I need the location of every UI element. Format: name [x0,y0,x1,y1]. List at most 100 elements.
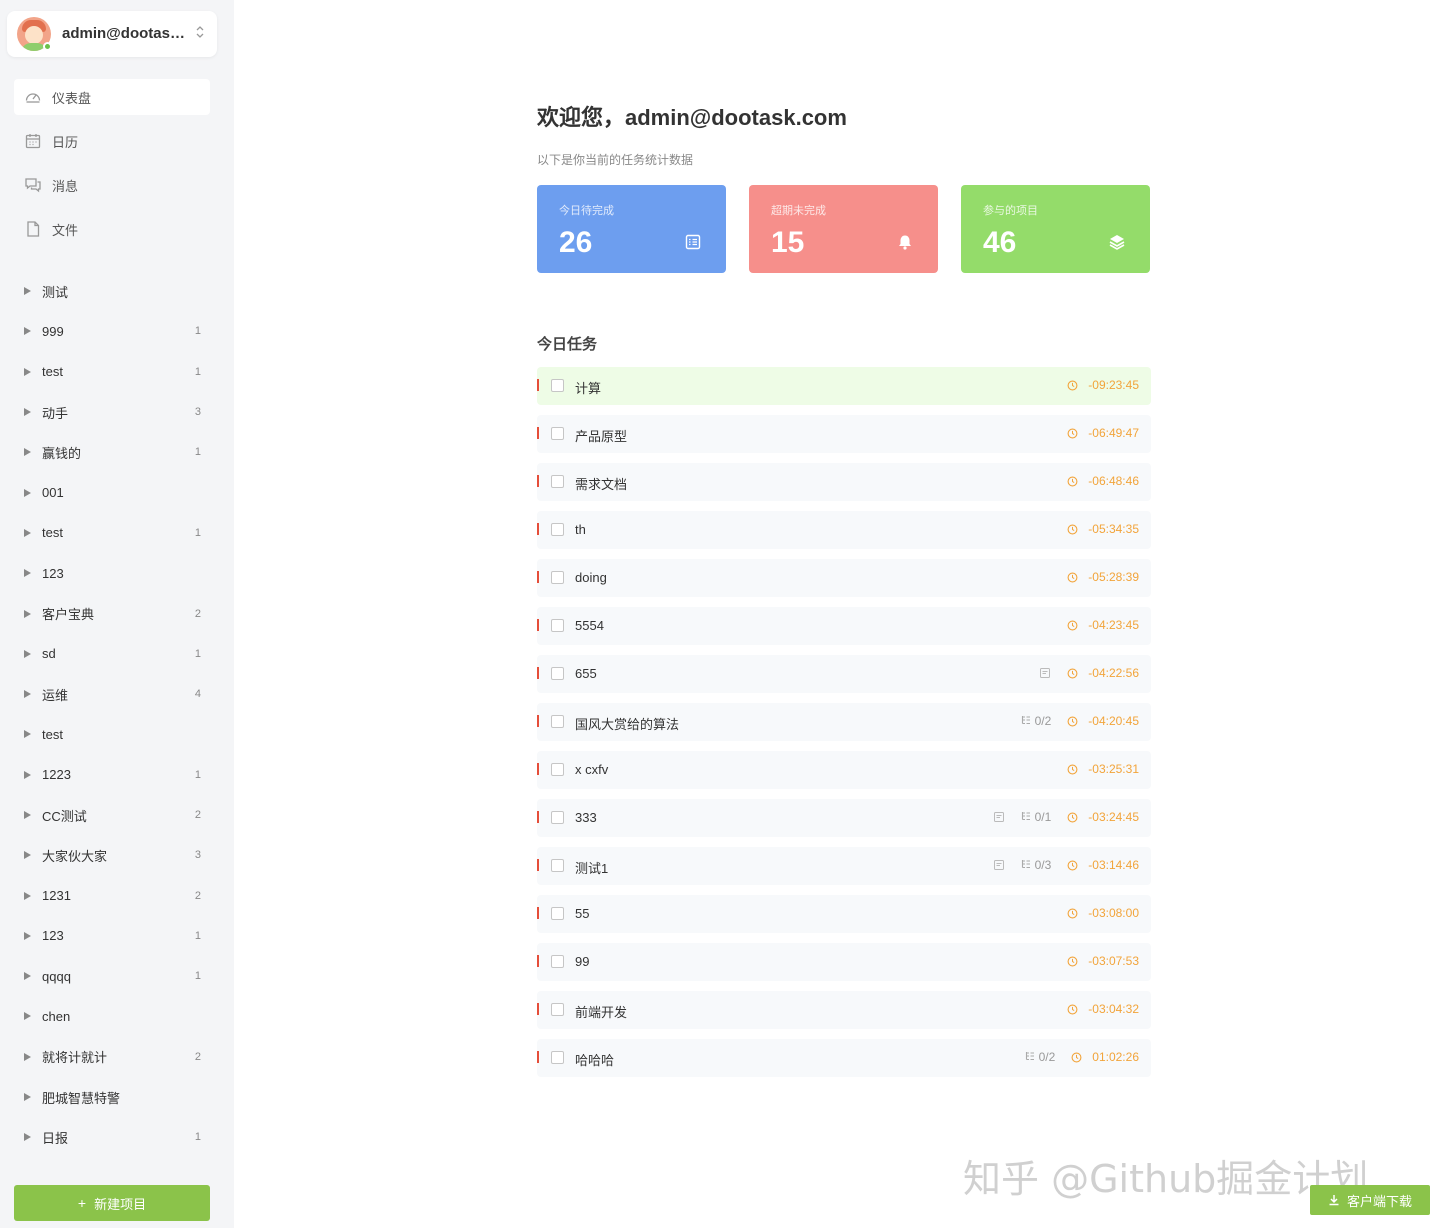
caret-right-icon[interactable] [24,1052,31,1061]
caret-right-icon[interactable] [24,327,31,336]
task-row[interactable]: x cxfv -03:25:31 [537,751,1151,789]
project-item[interactable]: 1231 2 [14,875,210,915]
task-meta: -05:28:39 [1067,570,1139,584]
caret-right-icon[interactable] [24,448,31,457]
calendar-icon [24,132,42,150]
task-name: 前端开发 [575,1005,628,1020]
clock-icon [1067,428,1083,439]
caret-right-icon[interactable] [24,528,31,537]
task-checkbox[interactable] [551,907,564,920]
task-row[interactable]: 333 0/1 -03:24:45 [537,799,1151,837]
menu-item-1[interactable]: 日历 [14,123,210,159]
user-switcher[interactable]: admin@dootask.com [7,11,217,57]
caret-right-icon[interactable] [24,408,31,417]
caret-right-icon[interactable] [24,367,31,376]
task-checkbox[interactable] [551,667,564,680]
stat-card-today[interactable]: 今日待完成 26 [537,185,726,273]
task-checkbox[interactable] [551,715,564,728]
project-item[interactable]: sd 1 [14,634,210,674]
project-item[interactable]: chen [14,996,210,1036]
task-row[interactable]: 前端开发 -03:04:32 [537,991,1151,1029]
subtask-progress: 0/3 [1034,858,1052,872]
task-row[interactable]: 产品原型 -06:49:47 [537,415,1151,453]
caret-right-icon[interactable] [24,287,31,296]
project-item[interactable]: 123 1 [14,916,210,956]
task-row[interactable]: 需求文档 -06:48:46 [537,463,1151,501]
caret-right-icon[interactable] [24,972,31,981]
menu-item-2[interactable]: 消息 [14,167,210,203]
project-item[interactable]: CC测试 2 [14,795,210,835]
caret-right-icon[interactable] [24,690,31,699]
subtask-count: 0/2 [1025,1050,1055,1064]
project-item[interactable]: 动手 3 [14,392,210,432]
menu-item-0[interactable]: 仪表盘 [14,79,210,115]
task-row[interactable]: 计算 -09:23:45 [537,367,1151,405]
project-item[interactable]: qqqq 1 [14,956,210,996]
subtask-icon [1021,714,1035,728]
project-item[interactable]: 运维 4 [14,674,210,714]
caret-right-icon[interactable] [24,770,31,779]
task-row[interactable]: 测试1 0/3 -03:14:46 [537,847,1151,885]
task-checkbox[interactable] [551,811,564,824]
task-meta: -03:25:31 [1067,762,1139,776]
project-item[interactable]: 就将计就计 2 [14,1037,210,1077]
project-item[interactable]: 测试 [14,271,210,311]
project-item[interactable]: test 1 [14,352,210,392]
task-time-value: -04:23:45 [1088,618,1139,632]
task-checkbox[interactable] [551,1003,564,1016]
project-item[interactable]: test [14,714,210,754]
task-checkbox[interactable] [551,619,564,632]
project-item[interactable]: 1223 1 [14,755,210,795]
project-item[interactable]: 123 [14,553,210,593]
task-meta: 0/1 -03:24:45 [993,810,1139,824]
task-checkbox[interactable] [551,763,564,776]
stat-card-overdue[interactable]: 超期未完成 15 [749,185,938,273]
caret-right-icon[interactable] [24,891,31,900]
caret-right-icon[interactable] [24,1133,31,1142]
caret-right-icon[interactable] [24,609,31,618]
task-checkbox[interactable] [551,955,564,968]
caret-right-icon[interactable] [24,931,31,940]
task-checkbox[interactable] [551,475,564,488]
task-checkbox[interactable] [551,1051,564,1064]
task-checkbox[interactable] [551,523,564,536]
caret-right-icon[interactable] [24,1093,31,1102]
task-row[interactable]: 国风大赏给的算法 0/2 -04:20:45 [537,703,1151,741]
menu-item-3[interactable]: 文件 [14,211,210,247]
caret-right-icon[interactable] [24,649,31,658]
task-row[interactable]: th -05:34:35 [537,511,1151,549]
project-count: 2 [194,809,201,821]
new-project-button[interactable]: + 新建项目 [14,1185,210,1221]
project-item[interactable]: 日报 1 [14,1117,210,1157]
caret-right-icon[interactable] [24,851,31,860]
task-row[interactable]: 655 -04:22:56 [537,655,1151,693]
project-item[interactable]: 999 1 [14,311,210,351]
caret-right-icon[interactable] [24,730,31,739]
project-item[interactable]: 大家伙大家 3 [14,835,210,875]
stat-card-projects[interactable]: 参与的项目 46 [961,185,1150,273]
task-checkbox[interactable] [551,379,564,392]
project-item[interactable]: 001 [14,472,210,512]
task-row[interactable]: doing -05:28:39 [537,559,1151,597]
task-row[interactable]: 55 -03:08:00 [537,895,1151,933]
project-item[interactable]: 客户宝典 2 [14,593,210,633]
caret-right-icon[interactable] [24,1012,31,1021]
task-checkbox[interactable] [551,859,564,872]
clock-icon [1067,524,1083,535]
project-item[interactable]: 赢钱的 1 [14,432,210,472]
chevron-updown-icon[interactable] [194,23,206,43]
caret-right-icon[interactable] [24,811,31,819]
task-row[interactable]: 哈哈哈 0/2 01:02:26 [537,1039,1151,1077]
task-row[interactable]: 99 -03:07:53 [537,943,1151,981]
client-download-button[interactable]: 客户端下载 [1310,1185,1430,1215]
task-checkbox[interactable] [551,571,564,584]
project-item[interactable]: test 1 [14,513,210,553]
project-item[interactable]: 肥城智慧特警 [14,1077,210,1117]
task-checkbox[interactable] [551,427,564,440]
caret-right-icon[interactable] [24,569,31,578]
caret-right-icon[interactable] [24,488,31,497]
clock-icon [1067,908,1083,919]
task-row[interactable]: 5554 -04:23:45 [537,607,1151,645]
menu-item-label: 日历 [52,134,79,150]
task-time: -06:49:47 [1067,426,1139,440]
